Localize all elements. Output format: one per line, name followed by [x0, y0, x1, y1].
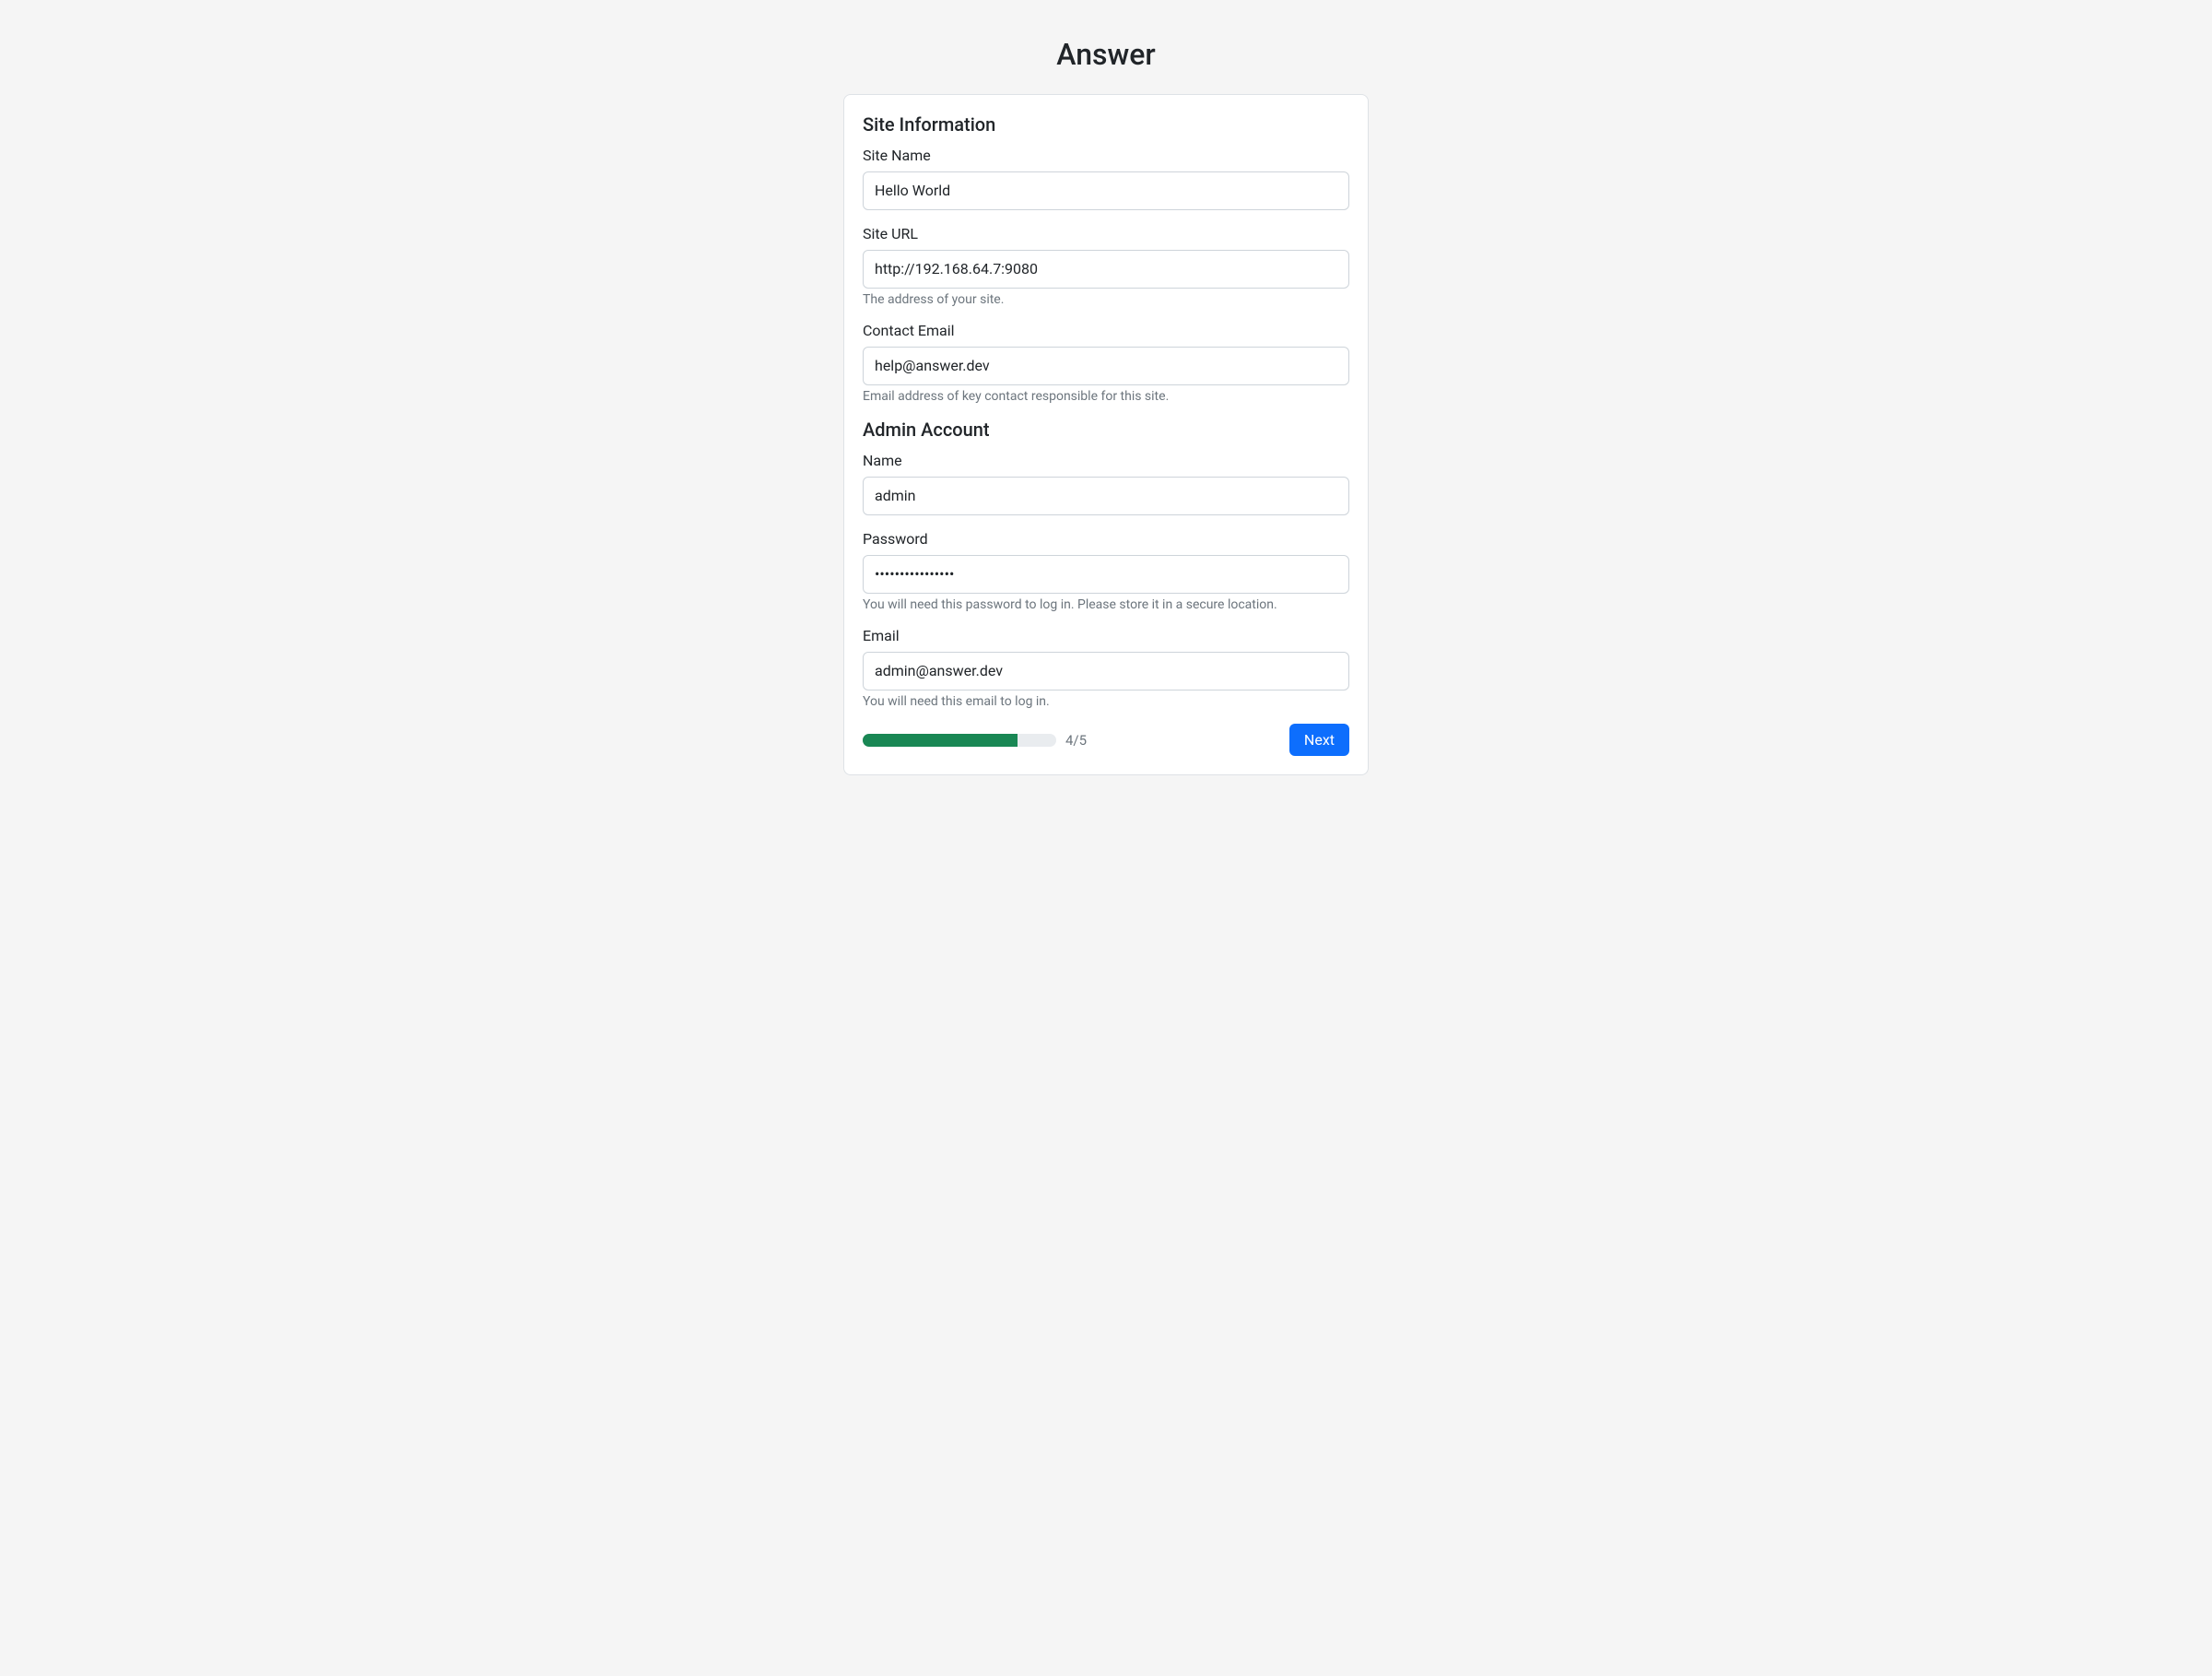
- admin-name-group: Name: [863, 452, 1349, 515]
- admin-name-label: Name: [863, 452, 1349, 469]
- progress-bar-track: [863, 734, 1056, 747]
- footer-row: 4/5 Next: [863, 724, 1349, 756]
- site-url-input[interactable]: [863, 250, 1349, 289]
- admin-password-help: You will need this password to log in. P…: [863, 597, 1349, 612]
- admin-password-input[interactable]: [863, 555, 1349, 594]
- admin-email-input[interactable]: [863, 652, 1349, 690]
- page-title: Answer: [843, 37, 1369, 72]
- site-url-help: The address of your site.: [863, 292, 1349, 307]
- site-url-label: Site URL: [863, 225, 1349, 242]
- site-name-group: Site Name: [863, 147, 1349, 210]
- progress-bar-fill: [863, 734, 1018, 747]
- admin-account-heading: Admin Account: [863, 419, 1349, 441]
- admin-email-help: You will need this email to log in.: [863, 694, 1349, 709]
- setup-card: Site Information Site Name Site URL The …: [843, 94, 1369, 775]
- site-name-input[interactable]: [863, 171, 1349, 210]
- progress-wrap: 4/5: [863, 732, 1087, 749]
- admin-password-label: Password: [863, 530, 1349, 548]
- site-info-heading: Site Information: [863, 113, 1349, 136]
- site-url-group: Site URL The address of your site.: [863, 225, 1349, 307]
- contact-email-label: Contact Email: [863, 322, 1349, 339]
- admin-name-input[interactable]: [863, 477, 1349, 515]
- admin-email-group: Email You will need this email to log in…: [863, 627, 1349, 709]
- progress-label: 4/5: [1065, 732, 1087, 749]
- site-name-label: Site Name: [863, 147, 1349, 164]
- contact-email-help: Email address of key contact responsible…: [863, 389, 1349, 404]
- admin-email-label: Email: [863, 627, 1349, 644]
- contact-email-input[interactable]: [863, 347, 1349, 385]
- admin-password-group: Password You will need this password to …: [863, 530, 1349, 612]
- contact-email-group: Contact Email Email address of key conta…: [863, 322, 1349, 404]
- next-button[interactable]: Next: [1289, 724, 1349, 756]
